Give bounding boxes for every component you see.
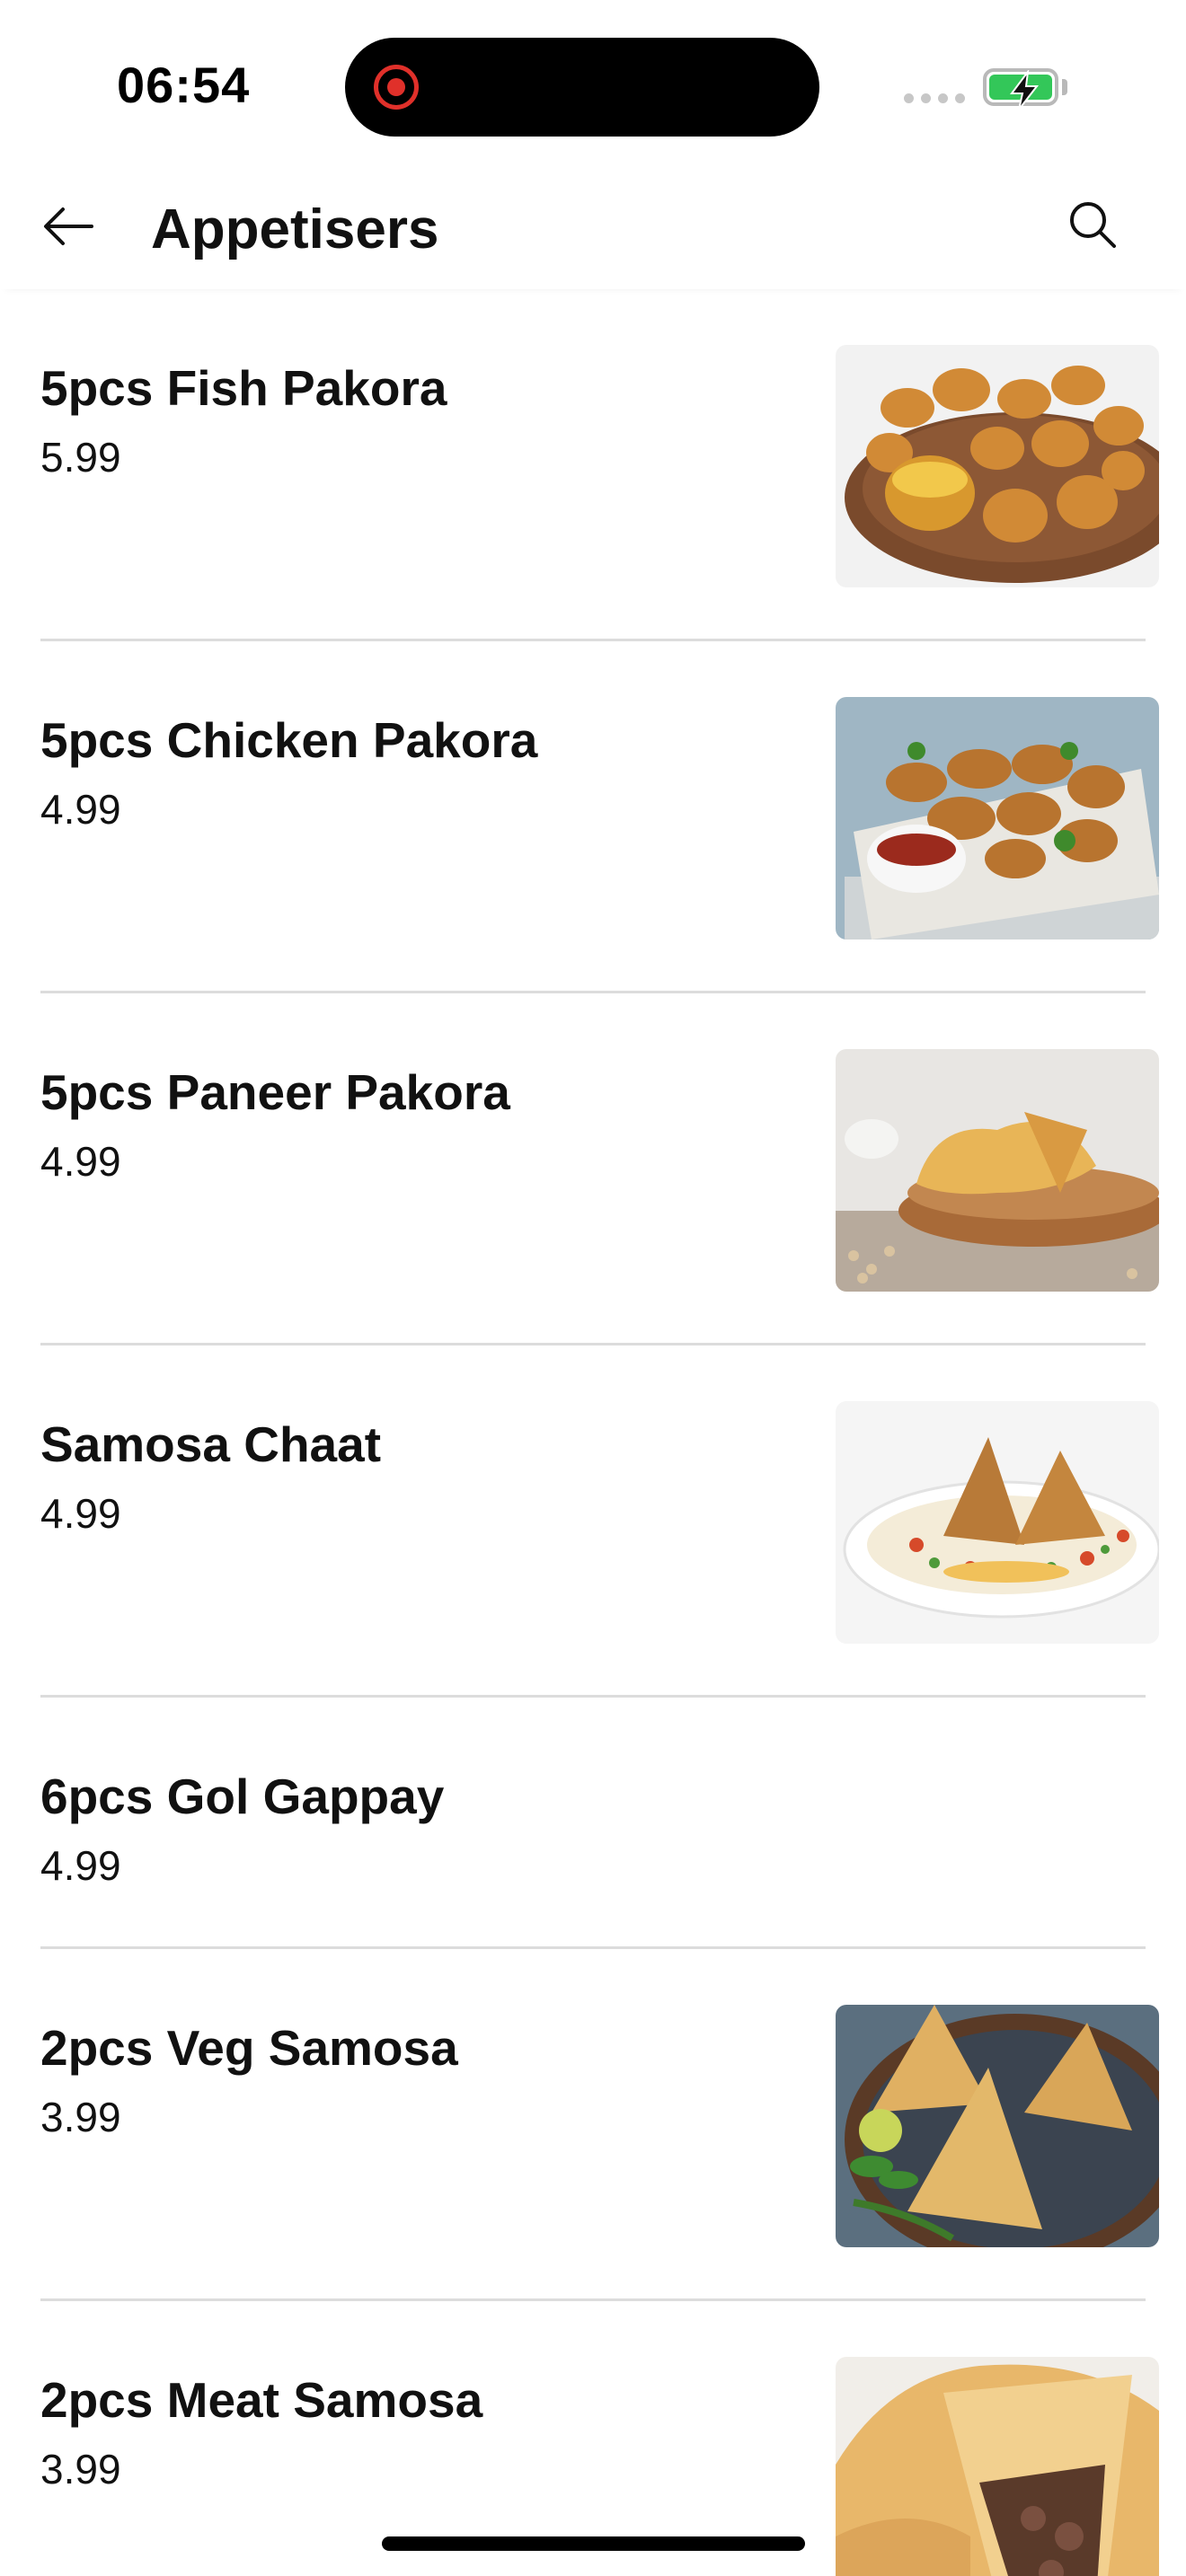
status-bar: 06:54 <box>0 0 1186 162</box>
cellular-signal-icon <box>904 93 965 103</box>
item-name: 5pcs Chicken Pakora <box>40 712 538 768</box>
item-name: 5pcs Paneer Pakora <box>40 1064 510 1120</box>
app-screen: 06:54 Appetisers 5pcs Fish Pakora 5.99 5… <box>0 0 1186 2576</box>
item-price: 4.99 <box>40 1490 121 1537</box>
dynamic-island <box>345 38 819 137</box>
home-indicator[interactable] <box>382 2536 805 2551</box>
item-name: Samosa Chaat <box>40 1416 382 1472</box>
menu-item-list: 5pcs Fish Pakora 5.99 5pcs Chicken Pakor… <box>0 289 1186 2576</box>
back-button[interactable] <box>40 198 97 255</box>
menu-item[interactable]: 5pcs Chicken Pakora 4.99 <box>0 641 1186 993</box>
app-header: Appetisers <box>0 171 1186 289</box>
item-price: 5.99 <box>40 434 121 481</box>
veg-samosa-image <box>836 2005 1159 2247</box>
page-title: Appetisers <box>151 198 439 260</box>
item-price: 3.99 <box>40 2446 121 2492</box>
search-button[interactable] <box>1064 196 1121 253</box>
item-name: 5pcs Fish Pakora <box>40 360 447 416</box>
chicken-pakora-image <box>836 697 1159 940</box>
item-price: 3.99 <box>40 2094 121 2140</box>
paneer-pakora-image <box>836 1049 1159 1292</box>
menu-item[interactable]: 2pcs Veg Samosa 3.99 <box>0 1949 1186 2301</box>
battery-icon <box>983 68 1058 110</box>
menu-item[interactable]: 5pcs Fish Pakora 5.99 <box>0 289 1186 641</box>
fish-pakora-image <box>836 345 1159 587</box>
item-price: 4.99 <box>40 786 121 833</box>
search-icon <box>1070 202 1116 248</box>
item-name: 2pcs Veg Samosa <box>40 2020 458 2076</box>
menu-item[interactable]: 5pcs Paneer Pakora 4.99 <box>0 993 1186 1345</box>
meat-samosa-image <box>836 2357 1159 2576</box>
item-price: 4.99 <box>40 1842 121 1889</box>
arrow-left-icon <box>44 207 93 245</box>
samosa-chaat-image <box>836 1401 1159 1644</box>
item-price: 4.99 <box>40 1138 121 1185</box>
status-time: 06:54 <box>117 57 251 113</box>
screen-recording-icon <box>374 65 419 110</box>
menu-item[interactable]: 2pcs Meat Samosa 3.99 <box>0 2301 1186 2576</box>
item-name: 2pcs Meat Samosa <box>40 2372 483 2428</box>
battery-cap <box>1062 79 1067 95</box>
menu-item[interactable]: 6pcs Gol Gappay 4.99 <box>0 1698 1186 1949</box>
item-name: 6pcs Gol Gappay <box>40 1769 445 1824</box>
menu-item[interactable]: Samosa Chaat 4.99 <box>0 1345 1186 1698</box>
